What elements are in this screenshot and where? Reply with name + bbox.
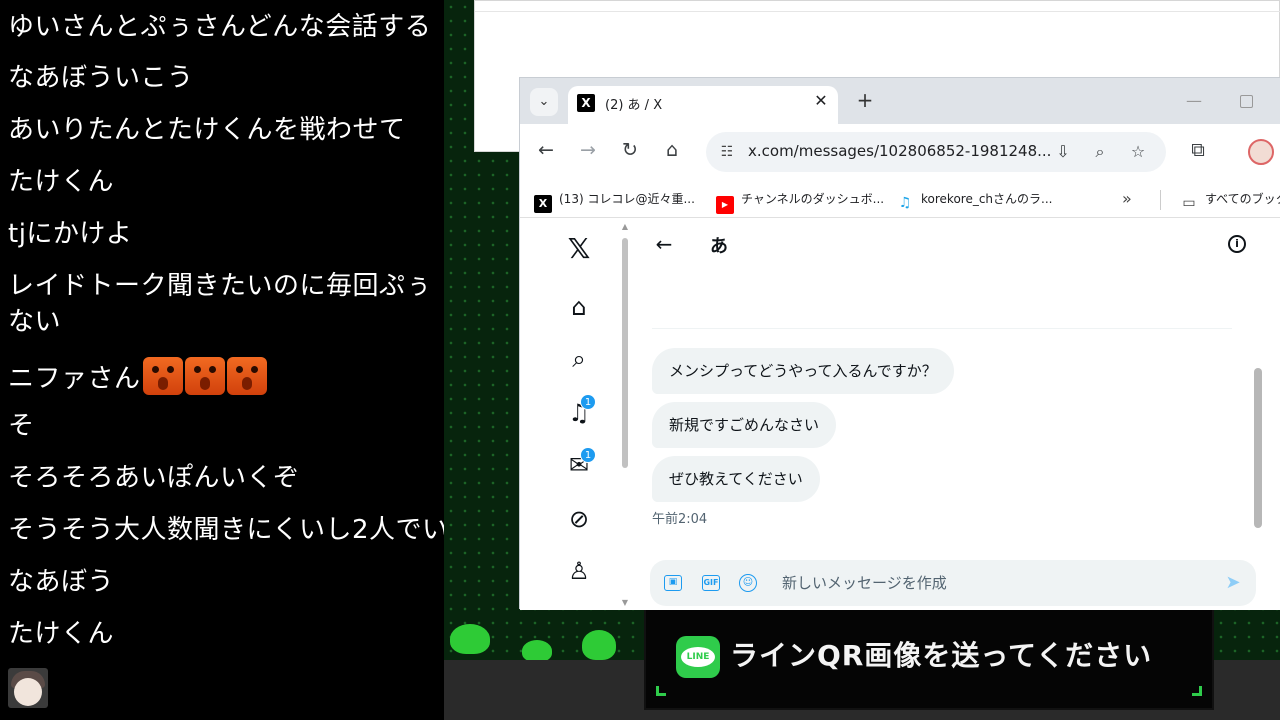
bookmark-separator [1160,190,1161,210]
chat-avatar [8,668,48,708]
message-composer: ▣ GIF ☺ ➤ [650,560,1256,606]
zoom-icon[interactable]: ⌕ [1089,141,1111,163]
bookmark-item[interactable]: ♫ korekore_chさんのラ... [896,188,1053,211]
site-info-icon[interactable]: ☷ [716,141,738,163]
extensions-icon[interactable]: ⧉ [1186,138,1210,162]
x-sidebar-nav: 𝕏 ⌂ ⌕ ♫ 1 ✉ 1 ⊘ ♙ ▲ ▼ [520,218,636,610]
grok-icon[interactable]: ⊘ [564,504,594,534]
conversation-header: ← あ i [636,218,1256,274]
maximize-button[interactable] [1240,95,1253,108]
face-emoji-icon [226,357,267,395]
chat-message: たけくん [8,167,115,197]
notifications-badge: 1 [580,394,596,410]
scroll-down-icon[interactable]: ▼ [620,598,630,607]
address-bar[interactable]: ☷ x.com/messages/102806852-1981248... ⇩ … [706,132,1166,172]
stream-screen: LINE ラインQR画像を送ってください ゆいさんとぷぅさんどんな会話する なあ… [0,0,1280,720]
message-bubble: メンシプってどうやって入るんですか？ [652,348,954,394]
chat-message: そうそう大人数聞きにくいし2人でい [8,515,444,545]
conversation-scrollbar[interactable] [1252,358,1264,550]
minimize-button[interactable]: — [1184,91,1204,111]
chat-message-with-emoji: ニファさん [8,357,267,397]
bookmark-item[interactable]: ▶ チャンネルのダッシュボ... [716,188,885,214]
bookmark-folder[interactable]: ▭ すべてのブック [1180,188,1280,211]
conversation-title: あ [710,236,728,257]
profile-nav-icon[interactable]: ♙ [564,556,594,586]
chat-message: なあぼう [8,567,115,597]
profile-avatar[interactable] [1248,139,1274,165]
search-nav-icon[interactable]: ⌕ [564,344,594,374]
bookmark-label: (13) コレコレ@近々重... [559,192,695,206]
tab-title: (2) あ / X [605,98,663,113]
message-input[interactable] [782,572,1202,594]
info-icon[interactable]: i [1228,235,1246,253]
banner-corner [656,686,666,696]
back-icon[interactable]: ← [534,138,558,162]
new-tab-button[interactable]: + [854,89,876,111]
banner-text: ラインQR画像を送ってください [730,639,1153,672]
x-icon: X [534,195,552,213]
browser-toolbar: ← → ↻ ⌂ ☷ x.com/messages/102806852-19812… [520,124,1280,180]
conversation-panel: ← あ i メンシプってどうやって入るんですか？ 新規ですごめんなさい ぜひ教え… [636,218,1262,610]
chat-message: レイドトーク聞きたいのに毎回ぷぅ [8,271,433,301]
line-logo-text: LINE [681,647,715,667]
scrollbar-thumb[interactable] [1254,368,1262,528]
face-emoji-icon [184,357,225,395]
message-bubble: 新規ですごめんなさい [652,402,837,448]
scroll-up-icon[interactable]: ▲ [620,222,630,231]
divider [652,328,1232,329]
bookmark-label: korekore_chさんのラ... [921,192,1053,206]
messages-badge: 1 [580,447,596,463]
tab-search-button[interactable]: ⌄ [530,88,558,116]
bookmark-label: すべてのブック [1205,192,1280,206]
message-bubble: ぜひ教えてください [652,456,820,502]
nav-scrollbar[interactable]: ▲ ▼ [620,222,630,607]
x-messages-page: 𝕏 ⌂ ⌕ ♫ 1 ✉ 1 ⊘ ♙ ▲ ▼ ← あ i メンシプってどうやって入… [520,218,1280,610]
line-logo-icon: LINE [676,636,720,678]
chat-message: そろそろあいぽんいくぞ [8,463,300,493]
chat-overlay: ゆいさんとぷぅさんどんな会話する なあぼういこう あいりたんとたけくんを戦わせて… [0,0,444,720]
chat-message: そ [8,411,35,441]
forward-icon[interactable]: → [576,138,600,162]
chat-message: あいりたんとたけくんを戦わせて [8,115,406,145]
bookmark-item[interactable]: X (13) コレコレ@近々重... [534,188,695,213]
headset-icon: ♫ [898,195,912,211]
x-favicon-icon: X [577,94,595,112]
chat-message-text: ニファさん [8,364,141,394]
more-bookmarks-button[interactable]: » [1122,188,1132,210]
pixel-tree [522,640,552,662]
browser-window: ⌄ X (2) あ / X ✕ + — ← → ↻ ⌂ ☷ x.com/mess… [519,77,1280,610]
home-icon[interactable]: ⌂ [660,138,684,162]
back-arrow-icon[interactable]: ← [652,232,676,256]
chat-message: ゆいさんとぷぅさんどんな会話する [8,12,432,42]
url-text: x.com/messages/102806852-1981248... [748,142,1052,160]
chat-message: たけくん [8,619,115,649]
bookmark-star-icon[interactable]: ☆ [1127,141,1149,163]
chat-message: tjにかけよ [8,219,133,249]
image-icon[interactable]: ▣ [664,575,682,591]
youtube-icon: ▶ [716,196,734,214]
message-timestamp: 午前2:04 [652,512,708,527]
tab-strip: ⌄ X (2) あ / X ✕ + — [520,78,1280,124]
gif-icon[interactable]: GIF [702,575,720,591]
active-tab[interactable]: X (2) あ / X ✕ [568,86,838,124]
x-logo-icon[interactable]: 𝕏 [564,234,594,264]
face-emoji-icon [142,357,183,395]
pixel-tree [450,624,490,654]
bookmark-label: チャンネルのダッシュボ... [741,192,885,206]
send-icon[interactable]: ➤ [1222,572,1244,594]
close-tab-icon[interactable]: ✕ [811,91,831,111]
bookmarks-bar: X (13) コレコレ@近々重... ▶ チャンネルのダッシュボ... ♫ korek… [520,180,1280,218]
home-nav-icon[interactable]: ⌂ [564,292,594,322]
chat-message: なあぼういこう [8,63,194,93]
banner-corner [1192,686,1202,696]
install-app-icon[interactable]: ⇩ [1052,141,1074,163]
scrollbar-thumb[interactable] [622,238,628,468]
pixel-tree [582,630,616,660]
emoji-icon[interactable]: ☺ [739,574,757,592]
folder-icon: ▭ [1182,195,1196,211]
reload-icon[interactable]: ↻ [618,138,642,162]
chat-message: ない [8,307,62,337]
